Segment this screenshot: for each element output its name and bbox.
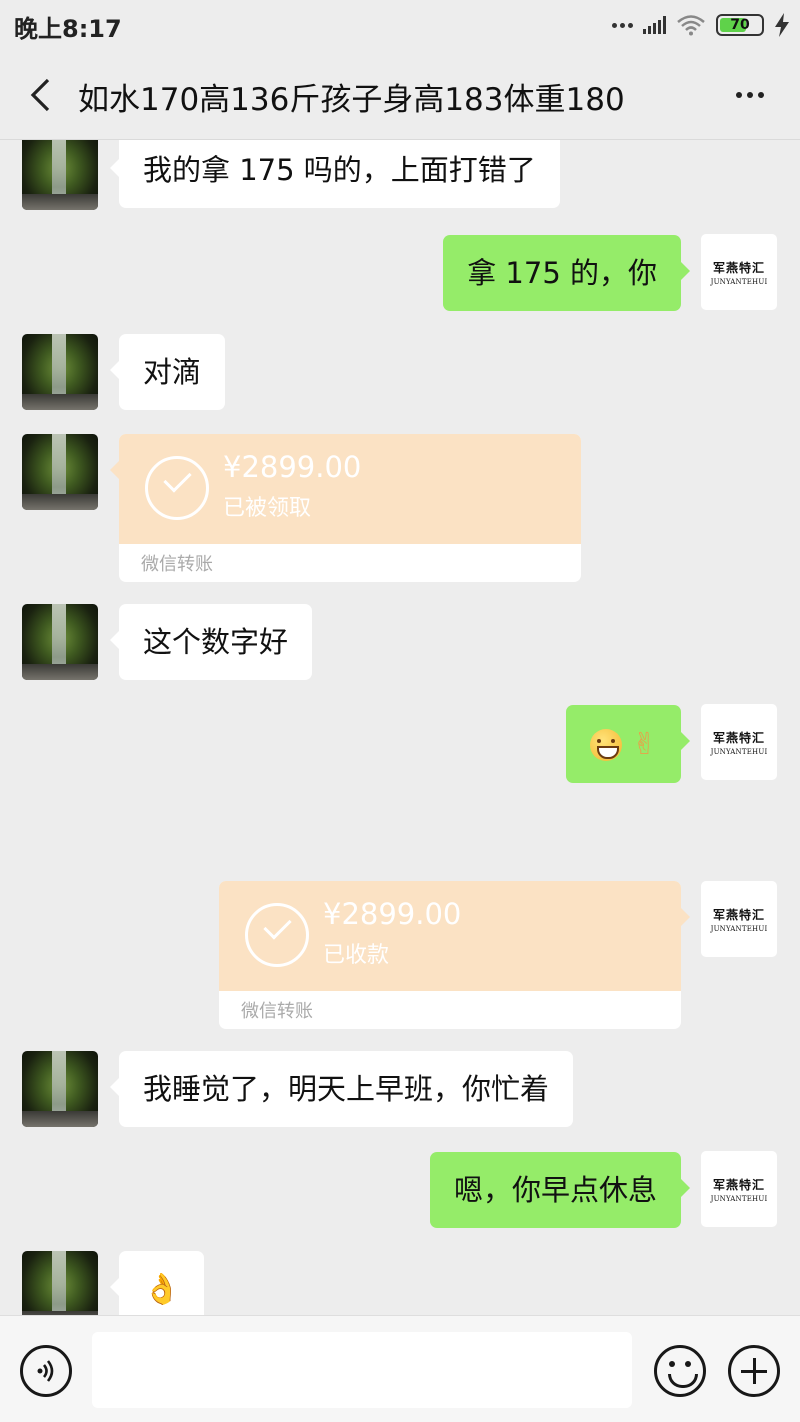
transfer-footer: 微信转账 bbox=[241, 1001, 313, 1022]
message-list[interactable]: 我的拿 175 吗的，上面打错了 拿 175 的，你 军燕特汇 JUNYANTE… bbox=[0, 140, 800, 1315]
ok-hand-emoji: 👌 bbox=[143, 1272, 181, 1307]
message-row: ¥2899.00 已被领取 微信转账 bbox=[0, 434, 800, 584]
message-bubble-incoming[interactable]: 我睡觉了，明天上早班，你忙着 bbox=[109, 1051, 574, 1127]
check-circle-icon bbox=[245, 903, 309, 967]
more-options-button[interactable] bbox=[730, 80, 770, 110]
contact-avatar[interactable] bbox=[22, 334, 98, 410]
check-circle-icon bbox=[145, 456, 209, 520]
transfer-card[interactable]: ¥2899.00 已收款 微信转账 bbox=[219, 881, 681, 1029]
message-bubble-incoming[interactable]: 这个数字好 bbox=[109, 604, 313, 680]
my-avatar[interactable]: 军燕特汇 JUNYANTEHUI bbox=[701, 1151, 777, 1227]
charging-icon bbox=[775, 13, 789, 37]
avatar-logo-en: JUNYANTEHUI bbox=[710, 277, 768, 286]
back-button[interactable] bbox=[20, 75, 60, 115]
bubble-tail bbox=[681, 908, 690, 926]
avatar-logo-en: JUNYANTEHUI bbox=[710, 924, 768, 933]
message-bubble-incoming[interactable]: 我的拿 175 吗的，上面打错了 bbox=[110, 140, 560, 208]
status-icons: 70 bbox=[612, 10, 790, 40]
emoji-button[interactable] bbox=[654, 1345, 706, 1397]
contact-avatar[interactable] bbox=[22, 140, 98, 210]
plus-button[interactable] bbox=[728, 1345, 780, 1397]
message-row: 我睡觉了，明天上早班，你忙着 bbox=[0, 1051, 800, 1131]
transfer-footer: 微信转账 bbox=[141, 554, 213, 575]
contact-avatar[interactable] bbox=[22, 1051, 98, 1127]
battery-level: 70 bbox=[730, 17, 750, 33]
message-bubble-outgoing[interactable]: 拿 175 的，你 bbox=[443, 235, 690, 311]
battery-icon: 70 bbox=[716, 14, 764, 36]
avatar-logo-cn: 军燕特汇 bbox=[712, 1177, 765, 1192]
avatar-logo-cn: 军燕特汇 bbox=[712, 260, 765, 275]
input-bar bbox=[0, 1315, 800, 1422]
contact-avatar[interactable] bbox=[22, 604, 98, 680]
my-avatar[interactable]: 军燕特汇 JUNYANTEHUI bbox=[701, 234, 777, 310]
contact-avatar[interactable] bbox=[22, 1251, 98, 1315]
signal-icon bbox=[643, 16, 666, 34]
status-time: 晚上8:17 bbox=[14, 15, 122, 43]
transfer-status: 已被领取 bbox=[223, 496, 312, 521]
chevron-left-icon bbox=[30, 78, 50, 112]
contact-avatar[interactable] bbox=[22, 434, 98, 510]
message-row: 👌 bbox=[0, 1251, 800, 1315]
avatar-logo-cn: 军燕特汇 bbox=[712, 730, 765, 745]
transfer-amount: ¥2899.00 bbox=[323, 897, 462, 931]
grin-emoji bbox=[589, 729, 622, 761]
status-bar: 晚上8:17 70 bbox=[0, 0, 800, 50]
message-bubble-incoming[interactable]: 👌 bbox=[109, 1251, 205, 1315]
chat-header: 如水170高136斤孩子身高183体重180 bbox=[0, 50, 800, 140]
message-row: ¥2899.00 已收款 微信转账 军燕特汇 JUNYANTEHUI bbox=[0, 881, 800, 1031]
message-row: 嗯，你早点休息 军燕特汇 JUNYANTEHUI bbox=[0, 1151, 800, 1231]
my-avatar[interactable]: 军燕特汇 JUNYANTEHUI bbox=[701, 881, 777, 957]
voice-icon bbox=[37, 1360, 54, 1382]
message-bubble-outgoing[interactable]: 嗯，你早点休息 bbox=[429, 1152, 691, 1228]
bubble-tail bbox=[110, 461, 119, 479]
message-row: ✌ 军燕特汇 JUNYANTEHUI bbox=[0, 704, 800, 784]
message-row: 对滴 bbox=[0, 334, 800, 414]
message-bubble-outgoing[interactable]: ✌ bbox=[565, 705, 691, 783]
transfer-status: 已收款 bbox=[323, 943, 390, 968]
my-avatar[interactable]: 军燕特汇 JUNYANTEHUI bbox=[701, 704, 777, 780]
avatar-logo-en: JUNYANTEHUI bbox=[710, 1194, 768, 1203]
message-row: 这个数字好 bbox=[0, 604, 800, 684]
hand-emoji: ✌ bbox=[631, 727, 657, 762]
avatar-logo-en: JUNYANTEHUI bbox=[710, 747, 768, 756]
more-dots-icon bbox=[612, 22, 633, 28]
message-input[interactable] bbox=[92, 1332, 632, 1408]
transfer-card-body: ¥2899.00 已收款 bbox=[219, 881, 681, 991]
transfer-card-body: ¥2899.00 已被领取 bbox=[119, 434, 581, 544]
wifi-icon bbox=[677, 15, 705, 36]
transfer-amount: ¥2899.00 bbox=[223, 450, 362, 484]
more-horizontal-icon bbox=[736, 92, 742, 98]
message-row: 我的拿 175 吗的，上面打错了 bbox=[0, 140, 800, 212]
avatar-logo-cn: 军燕特汇 bbox=[712, 907, 765, 922]
chat-title: 如水170高136斤孩子身高183体重180 bbox=[78, 82, 625, 118]
message-bubble-incoming[interactable]: 对滴 bbox=[109, 334, 226, 410]
transfer-card[interactable]: ¥2899.00 已被领取 微信转账 bbox=[119, 434, 581, 582]
voice-button[interactable] bbox=[20, 1345, 72, 1397]
message-row: 拿 175 的，你 军燕特汇 JUNYANTEHUI bbox=[0, 234, 800, 314]
